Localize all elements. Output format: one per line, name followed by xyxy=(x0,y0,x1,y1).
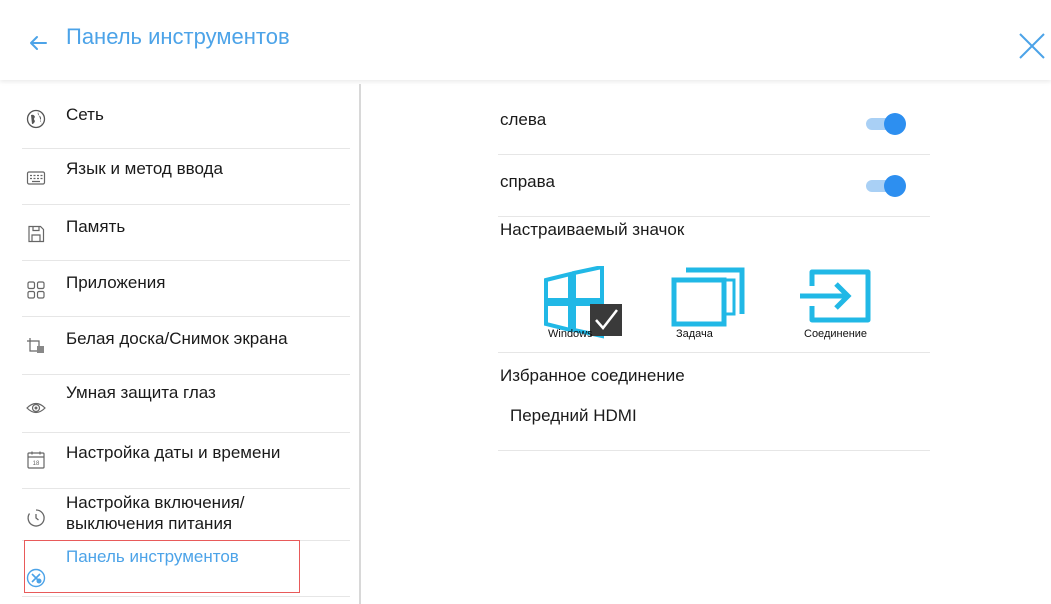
checkbox-checked-icon xyxy=(590,304,622,336)
shortcut-label: Задача xyxy=(676,328,713,340)
storage-icon xyxy=(28,225,45,243)
shortcut-connection[interactable]: Соединение xyxy=(798,264,898,354)
sidebar-item-label: Приложения xyxy=(66,273,166,292)
sidebar-item-language[interactable]: Язык и метод ввода xyxy=(22,148,350,205)
back-arrow-icon[interactable] xyxy=(27,32,49,54)
toggle-knob xyxy=(884,175,906,197)
sidebar-item-label: Сеть xyxy=(66,105,104,124)
shortcut-label: Windows xyxy=(548,328,593,340)
custom-icon-heading: Настраиваемый значок xyxy=(500,220,685,239)
sidebar-item-label: Настройка включения/ выключения питания xyxy=(66,493,245,533)
whiteboard-icon xyxy=(27,338,44,353)
favorite-connection-value[interactable]: Передний HDMI xyxy=(510,406,637,426)
toolbar-settings-panel: слева справа Настраиваемый значок Window… xyxy=(498,84,930,604)
right-toolbar-toggle[interactable] xyxy=(864,174,908,198)
left-toolbar-toggle[interactable] xyxy=(864,112,908,136)
sidebar-item-label: Белая доска/Снимок экрана xyxy=(66,329,288,348)
apps-grid-icon xyxy=(27,281,45,299)
shortcut-windows[interactable]: Windows xyxy=(538,264,638,354)
sidebar-item-apps[interactable]: Приложения xyxy=(22,260,350,317)
divider xyxy=(498,216,930,217)
sidebar-item-storage[interactable]: Память xyxy=(22,204,350,261)
page-title: Панель инструментов xyxy=(66,24,290,49)
sidebar-item-network[interactable]: Сеть xyxy=(22,84,350,149)
timer-icon xyxy=(27,509,45,527)
active-item-highlight xyxy=(24,540,300,593)
shortcut-task[interactable]: Задача xyxy=(662,264,762,354)
favorite-connection-heading: Избранное соединение xyxy=(500,366,685,385)
divider xyxy=(498,352,930,353)
header-bar: Панель инструментов xyxy=(0,0,1051,80)
globe-icon xyxy=(26,109,46,129)
input-source-icon xyxy=(800,269,871,323)
sidebar-item-date-time[interactable]: 18 Настройка даты и времени xyxy=(22,432,350,489)
shortcut-label: Соединение xyxy=(804,328,868,340)
left-toolbar-label: слева xyxy=(500,110,547,129)
sidebar-item-label: Память xyxy=(66,217,126,236)
calendar-icon: 18 xyxy=(27,451,45,469)
sidebar-item-power-schedule[interactable]: Настройка включения/ выключения питания xyxy=(22,488,350,541)
sidebar-item-label: Язык и метод ввода xyxy=(66,159,223,178)
sidebar-item-whiteboard[interactable]: Белая доска/Снимок экрана xyxy=(22,316,350,375)
toggle-knob xyxy=(884,113,906,135)
keyboard-icon xyxy=(26,171,46,185)
right-toolbar-label: справа xyxy=(500,172,555,191)
eye-icon xyxy=(26,402,46,414)
sidebar-item-eye-protection[interactable]: Умная защита глаз xyxy=(22,374,350,433)
settings-sidebar: Сеть Язык и метод ввода Память Приложени… xyxy=(0,84,361,604)
close-icon[interactable] xyxy=(1016,30,1048,62)
task-windows-icon xyxy=(671,267,745,327)
calendar-day-text: 18 xyxy=(33,461,40,467)
sidebar-item-label: Настройка даты и времени xyxy=(66,443,281,462)
sidebar-item-label: Умная защита глаз xyxy=(66,383,216,402)
divider xyxy=(498,154,930,155)
divider xyxy=(498,450,930,451)
